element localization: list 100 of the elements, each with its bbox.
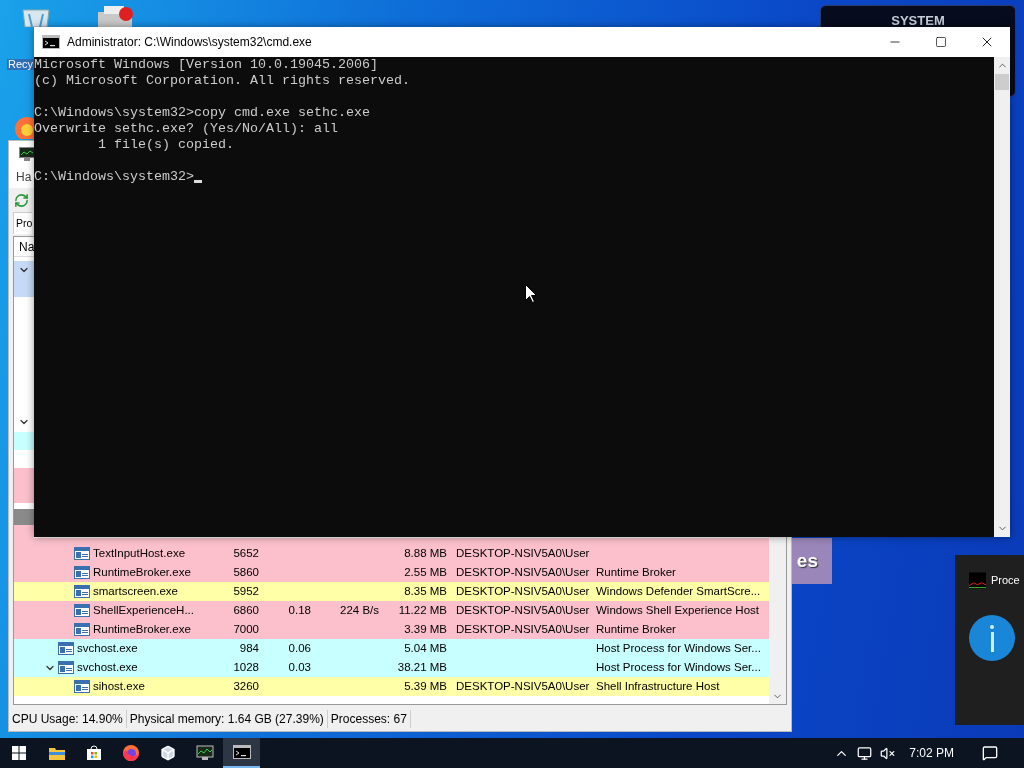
status-text: Processes: 67	[327, 710, 411, 728]
process-name: ShellExperienceH...	[93, 602, 194, 618]
clock[interactable]: 7:02 PM	[909, 744, 954, 762]
process-row[interactable]: sihost.exe 3260 5.39 MB DESKTOP-NSIV5A0\User Shell Infrastructure Host	[14, 677, 769, 696]
taskbar-app[interactable]	[223, 738, 260, 768]
cpu-text: 0.18	[288, 603, 311, 616]
notification-center-icon[interactable]	[982, 745, 998, 761]
pid-text: 5952	[233, 584, 259, 597]
process-name: RuntimeBroker.exe	[93, 621, 191, 637]
info-icon	[969, 615, 1015, 661]
pid-text: 7000	[233, 622, 259, 635]
console-line: C:\Windows\system32>	[34, 169, 194, 185]
user-text: DESKTOP-NSIV5A0\User	[456, 603, 590, 616]
process-name: sihost.exe	[93, 678, 145, 694]
process-row[interactable]: ShellExperienceH... 6860 0.18 224 B/s 11.22 MB DESKTOP-NSIV5A0\User Windows Shell Experience Host	[14, 601, 769, 620]
window-icon	[74, 680, 90, 693]
windows-logo-icon	[12, 746, 26, 760]
memory-text: 8.88 MB	[404, 546, 447, 559]
monitor-chart-icon	[195, 745, 214, 761]
panel-title: SYSTEM	[891, 13, 945, 28]
menu-item[interactable]: Ha	[16, 168, 32, 186]
process-row[interactable]: svchost.exe 984 0.06 5.04 MB Host Process for Windows Ser...	[14, 639, 769, 658]
process-name: RuntimeBroker.exe	[93, 564, 191, 580]
user-text: DESKTOP-NSIV5A0\User	[456, 565, 590, 578]
process-row[interactable]: RuntimeBroker.exe 5860 2.55 MB DESKTOP-NSIV5A0\User Runtime Broker	[14, 563, 769, 582]
volume-muted-icon[interactable]	[880, 745, 896, 761]
pid-text: 1028	[233, 660, 259, 673]
text-cursor	[193, 179, 202, 183]
window-icon	[74, 566, 90, 579]
cube-icon	[159, 745, 176, 761]
console-line: C:\Windows\system32>copy cmd.exe sethc.exe	[34, 105, 370, 121]
user-text: DESKTOP-NSIV5A0\User	[456, 584, 590, 597]
memory-text: 11.22 MB	[398, 603, 447, 616]
memory-text: 5.39 MB	[404, 679, 447, 692]
terminal-icon	[42, 35, 60, 49]
process-row[interactable]: svchost.exe 1028 0.03 38.21 MB Host Process for Windows Ser...	[14, 658, 769, 677]
status-text: Physical memory: 1.64 GB (27.39%)	[126, 710, 328, 728]
user-text: DESKTOP-NSIV5A0\User	[456, 679, 590, 692]
process-row[interactable]: smartscreen.exe 5952 8.35 MB DESKTOP-NSIV5A0\User Windows Defender SmartScre...	[14, 582, 769, 601]
memory-text: 3.39 MB	[404, 622, 447, 635]
mouse-pointer-icon	[525, 284, 537, 303]
printer-icon[interactable]	[96, 6, 136, 28]
memory-text: 5.04 MB	[404, 641, 447, 654]
description-text: Windows Shell Experience Host	[596, 603, 759, 616]
row-highlight	[14, 509, 34, 525]
pid-text: 3260	[233, 679, 259, 692]
description-text: Runtime Broker	[596, 622, 676, 635]
process-name: smartscreen.exe	[93, 583, 178, 599]
console-line: (c) Microsoft Corporation. All rights reserved.	[34, 73, 410, 89]
cpu-text: 0.06	[288, 641, 311, 654]
description-text: Runtime Broker	[596, 565, 676, 578]
row-highlight	[14, 468, 34, 503]
browser-icon	[121, 744, 140, 762]
pid-text: 5860	[233, 565, 259, 578]
column-header[interactable]: Na	[19, 237, 35, 256]
terminal-icon	[232, 745, 251, 759]
window-title: Administrator: C:\Windows\system32\cmd.exe	[67, 34, 313, 51]
status-text: CPU Usage: 14.90%	[9, 710, 127, 728]
row-highlight	[14, 432, 34, 450]
user-text: DESKTOP-NSIV5A0\User	[456, 546, 590, 559]
pid-text: 984	[239, 641, 259, 654]
process-name: svchost.exe	[77, 659, 138, 675]
memory-text: 2.55 MB	[404, 565, 447, 578]
user-text: DESKTOP-NSIV5A0\User	[456, 622, 590, 635]
console-line: 1 file(s) copied.	[97, 137, 234, 153]
pid-text: 5652	[233, 546, 259, 559]
maximize-icon	[935, 36, 947, 48]
description-text: Host Process for Windows Ser...	[596, 660, 761, 673]
shopping-bag-icon	[85, 745, 102, 761]
console-line: Microsoft Windows [Version 10.0.19045.2006]	[34, 57, 378, 73]
network-icon[interactable]	[857, 745, 873, 761]
cpu-text: 0.03	[288, 660, 311, 673]
description-text: Host Process for Windows Ser...	[596, 641, 761, 654]
recycle-bin-icon[interactable]	[19, 8, 53, 27]
refresh-icon[interactable]	[14, 192, 29, 208]
window-icon	[74, 585, 90, 598]
memory-text: 38.21 MB	[397, 660, 447, 673]
process-row[interactable]: RuntimeBroker.exe 7000 3.39 MB DESKTOP-NSIV5A0\User Runtime Broker	[14, 620, 769, 639]
io-text: 224 B/s	[340, 603, 379, 616]
process-name: svchost.exe	[77, 640, 138, 656]
process-name: TextInputHost.exe	[93, 545, 186, 561]
processes-tab[interactable]: Pro	[13, 212, 33, 234]
description-text: Shell Infrastructure Host	[596, 679, 720, 692]
notification-title: Proce	[991, 573, 1020, 589]
folder-icon	[48, 746, 65, 760]
pid-text: 6860	[233, 603, 259, 616]
console-line: Overwrite sethc.exe? (Yes/No/All): all	[34, 121, 338, 137]
monitor-chart-icon	[19, 146, 35, 161]
notification-toast[interactable]: Proce	[955, 555, 1024, 725]
window-icon	[74, 547, 90, 560]
desktop-icon-label: Recy	[7, 59, 35, 70]
app-chart-icon	[969, 572, 986, 589]
description-text: Windows Defender SmartScre...	[596, 584, 761, 597]
window-icon	[74, 623, 90, 636]
window-icon	[58, 642, 74, 655]
window-icon	[74, 604, 90, 617]
process-row[interactable]: TextInputHost.exe 5652 8.88 MB DESKTOP-NSIV5A0\User	[14, 544, 769, 563]
scrollbar-thumb[interactable]	[995, 74, 1009, 90]
window-icon	[58, 661, 74, 674]
memory-text: 8.35 MB	[404, 584, 447, 597]
